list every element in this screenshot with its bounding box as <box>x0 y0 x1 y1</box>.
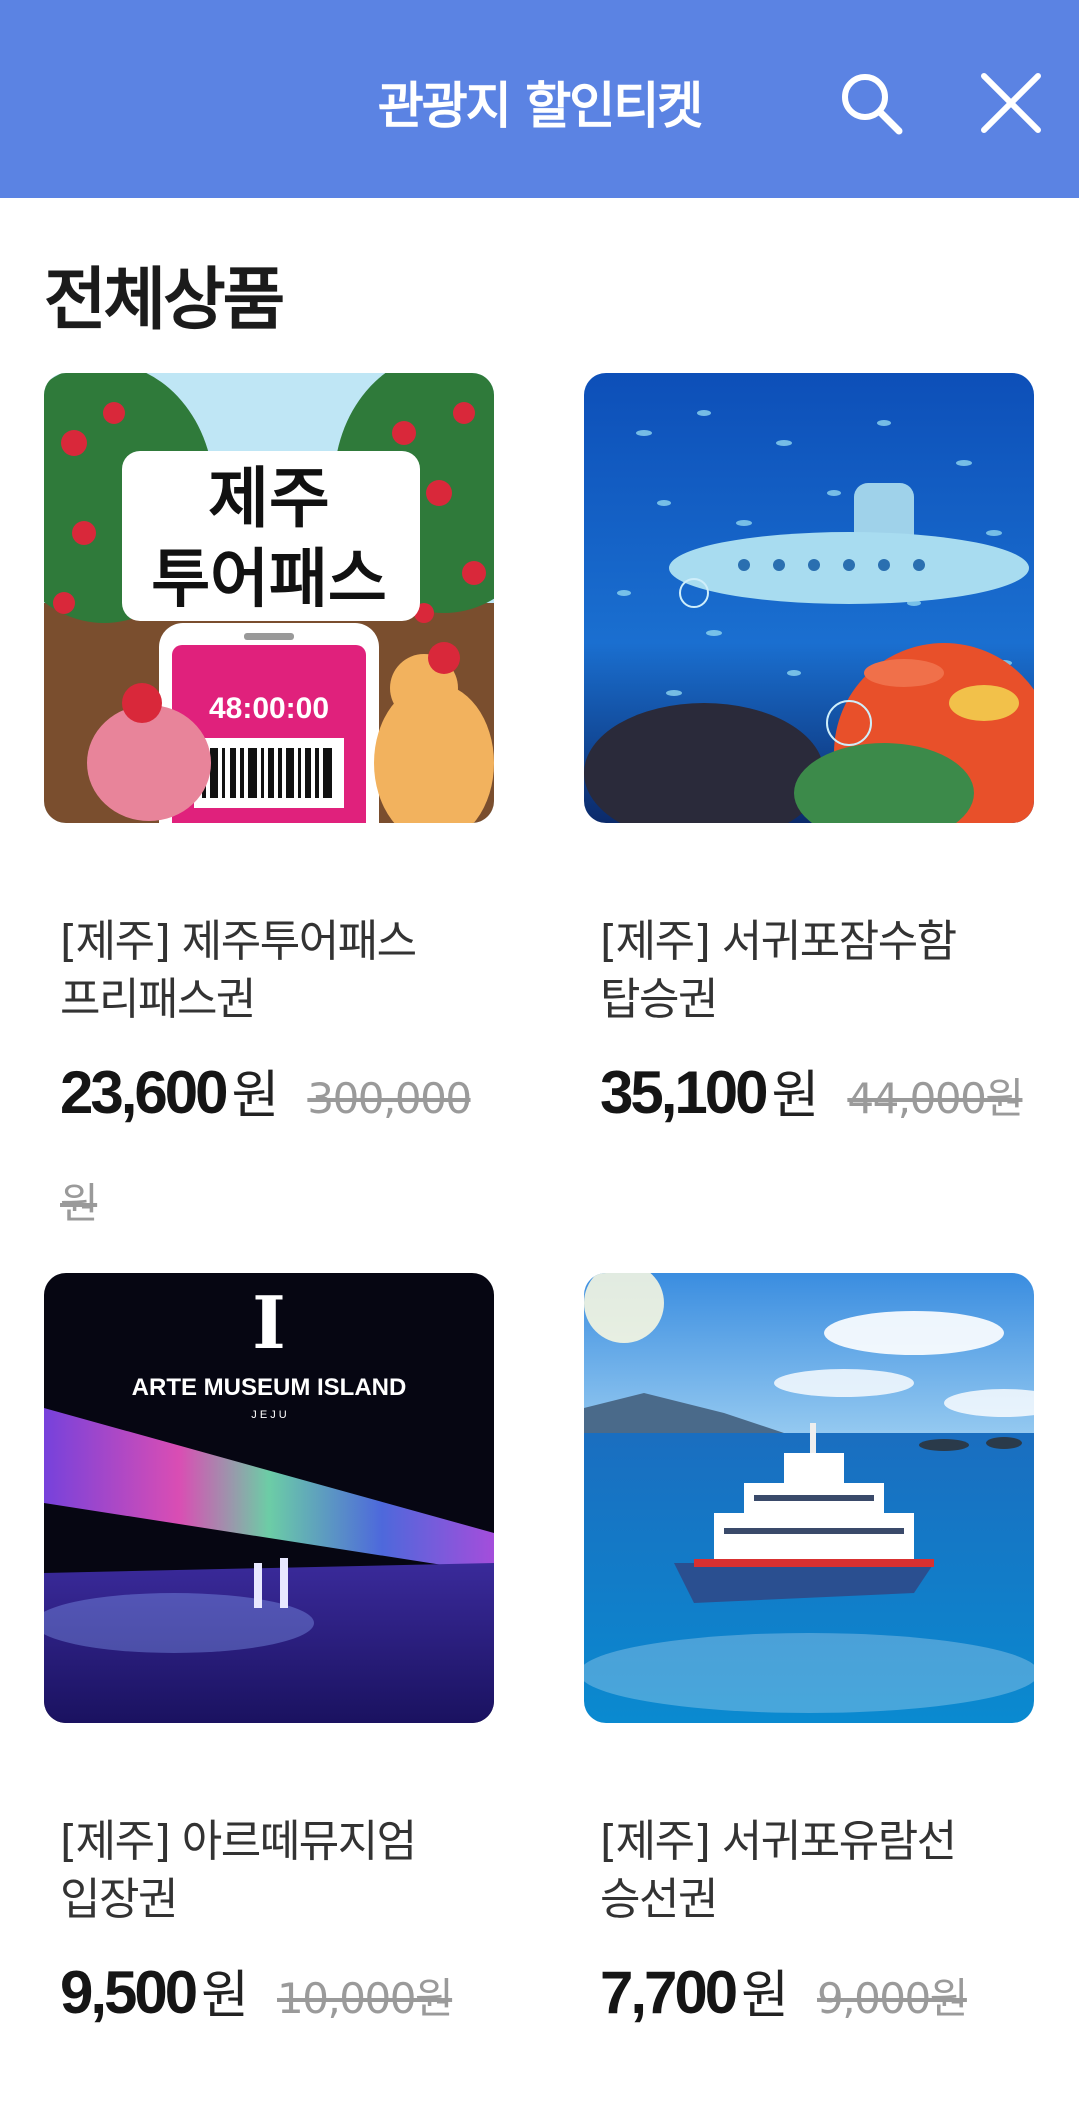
tour-pass-illustration: 48:00:00 제주 투어패스 <box>44 373 494 823</box>
original-price: 44,000원 <box>847 1074 1024 1123</box>
page-title: 관광지 할인티켓 <box>377 77 703 135</box>
currency-unit: 원 <box>231 1066 280 1126</box>
image-title-line1: 제주 <box>208 460 329 537</box>
museum-logo-title: ARTE MUSEUM ISLAND <box>132 1374 407 1401</box>
sale-price: 23,600 <box>60 1059 229 1126</box>
price-line: 7,700 원 9,000원 <box>600 1945 1030 2056</box>
product-name[interactable]: [제주] 제주투어패스 프리패스권 <box>60 913 485 1029</box>
product-name[interactable]: [제주] 서귀포잠수함 탑승권 <box>600 913 1025 1029</box>
sale-price: 35,100 <box>600 1059 769 1126</box>
price-line: 9,500 원 10,000원 <box>60 1945 490 2056</box>
top-app-bar: 관광지 할인티켓 <box>0 0 1079 198</box>
submarine-photo <box>584 373 1034 823</box>
search-icon <box>842 74 903 135</box>
price-line: 35,100 원 44,000원 <box>600 1045 1030 1156</box>
product-grid: 48:00:00 제주 투어패스 [제주] 제주투어패스 프리패스권 23,60… <box>44 373 1035 2119</box>
close-button[interactable] <box>966 58 1056 148</box>
cruise-ship-photo <box>584 1273 1034 1723</box>
timer-text: 48:00:00 <box>209 692 329 725</box>
product-card-tour-pass[interactable]: 48:00:00 제주 투어패스 [제주] 제주투어패스 프리패스권 23,60… <box>44 373 494 1228</box>
product-name[interactable]: [제주] 아르떼뮤지엄 입장권 <box>60 1813 485 1929</box>
currency-unit: 원 <box>201 1966 249 2026</box>
product-image[interactable]: I ARTE MUSEUM ISLAND J E J U <box>44 1273 494 1723</box>
image-title-line2: 투어패스 <box>151 543 387 617</box>
section-title: 전체상품 <box>44 261 285 340</box>
arte-museum-photo: I ARTE MUSEUM ISLAND J E J U <box>44 1273 494 1723</box>
sale-price: 7,700 <box>600 1959 738 2026</box>
product-image[interactable] <box>584 373 1034 823</box>
currency-unit: 원 <box>741 1966 789 2026</box>
sale-price: 9,500 <box>60 1959 198 2026</box>
search-button[interactable] <box>826 58 916 148</box>
product-card-cruise[interactable]: [제주] 서귀포유람선 승선권 7,700 원 9,000원 <box>584 1273 1034 2119</box>
price-line: 23,600 원 300,000원 <box>60 1045 490 1261</box>
product-image[interactable]: 48:00:00 제주 투어패스 <box>44 373 494 823</box>
product-card-submarine[interactable]: [제주] 서귀포잠수함 탑승권 35,100 원 44,000원 <box>584 373 1034 1219</box>
close-icon <box>981 73 1041 133</box>
currency-unit: 원 <box>771 1066 820 1126</box>
original-price: 9,000원 <box>817 1974 968 2023</box>
museum-logo-subtitle: J E J U <box>251 1409 287 1421</box>
product-name[interactable]: [제주] 서귀포유람선 승선권 <box>600 1813 1025 1929</box>
museum-logo-letter: I <box>252 1280 286 1365</box>
product-image[interactable] <box>584 1273 1034 1723</box>
original-price: 10,000원 <box>277 1974 454 2023</box>
product-card-arte-museum[interactable]: I ARTE MUSEUM ISLAND J E J U [제주] 아르떼뮤지엄… <box>44 1273 494 2119</box>
